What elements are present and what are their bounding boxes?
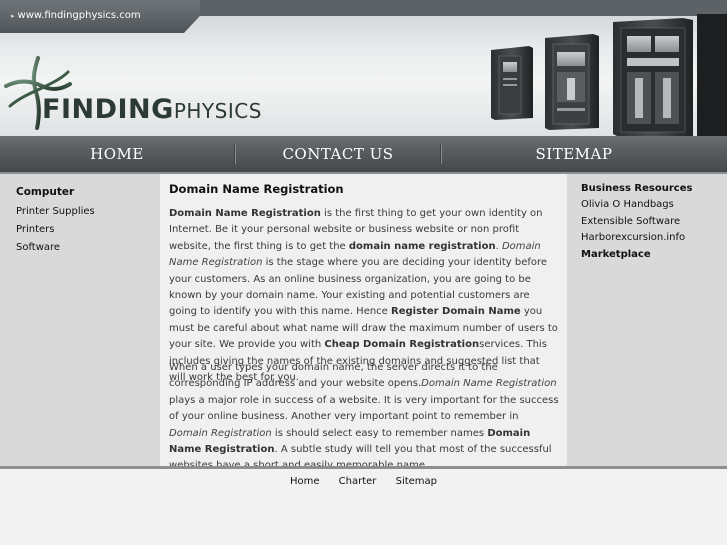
paragraph-text: is should select easy to remember names — [271, 427, 488, 439]
site-header: ▸ www.findingphysics.com FINDINGPHYSICS — [0, 0, 727, 136]
site-url[interactable]: ▸ www.findingphysics.com — [11, 10, 141, 21]
site-logo[interactable]: FINDINGPHYSICS — [4, 56, 264, 131]
left-sidebar: Computer Printer Supplies Printers Softw… — [0, 174, 160, 466]
footer-link-sitemap[interactable]: Sitemap — [396, 476, 437, 487]
logo-text-small: PHYSICS — [173, 99, 262, 123]
footer-link-charter[interactable]: Charter — [339, 476, 377, 487]
italic-keyword: Domain Registration — [169, 427, 272, 439]
nav-home[interactable]: HOME — [0, 136, 234, 172]
site-url-text: www.findingphysics.com — [17, 10, 141, 21]
sidebar-heading-computer: Computer — [16, 186, 75, 198]
bold-keyword: Domain Name Registration — [169, 208, 321, 219]
sidebar-link-printers[interactable]: Printers — [16, 224, 54, 235]
sidebar-heading-marketplace[interactable]: Marketplace — [581, 249, 651, 260]
italic-keyword: Domain Name Registration — [421, 378, 557, 390]
footer-links: Home Charter Sitemap — [0, 476, 727, 487]
logo-text-big: FINDING — [42, 94, 174, 125]
site-footer: Home Charter Sitemap — [0, 469, 727, 545]
server-racks-image — [491, 14, 727, 136]
paragraph-text: plays a major role in success of a websi… — [169, 394, 559, 423]
bold-keyword: Register Domain Name — [391, 306, 521, 318]
sidebar-link-olivia-o-handbags[interactable]: Olivia O Handbags — [581, 199, 674, 210]
right-sidebar: Business Resources Olivia O Handbags Ext… — [567, 174, 727, 466]
content-paragraph-2: When a user types your domain name, the … — [169, 360, 559, 475]
sidebar-link-extensible-software[interactable]: Extensible Software — [581, 216, 680, 227]
page-title: Domain Name Registration — [169, 182, 344, 196]
logo-text: FINDINGPHYSICS — [42, 94, 262, 125]
sidebar-link-printer-supplies[interactable]: Printer Supplies — [16, 206, 95, 217]
main-content: Domain Name Registration Domain Name Reg… — [160, 174, 567, 471]
sidebar-link-harborexcursion[interactable]: Harborexcursion.info — [581, 232, 685, 243]
bold-keyword: domain name registration — [348, 240, 496, 252]
arrow-right-icon: ▸ — [11, 12, 15, 20]
nav-contact-us[interactable]: CONTACT US — [236, 136, 440, 172]
bold-keyword: Cheap Domain Registration — [324, 339, 480, 351]
sidebar-link-software[interactable]: Software — [16, 242, 60, 253]
sidebar-heading-business-resources: Business Resources — [581, 183, 693, 194]
footer-link-home[interactable]: Home — [290, 476, 320, 487]
main-nav: HOME CONTACT US SITEMAP — [0, 136, 727, 174]
nav-sitemap[interactable]: SITEMAP — [442, 136, 706, 172]
